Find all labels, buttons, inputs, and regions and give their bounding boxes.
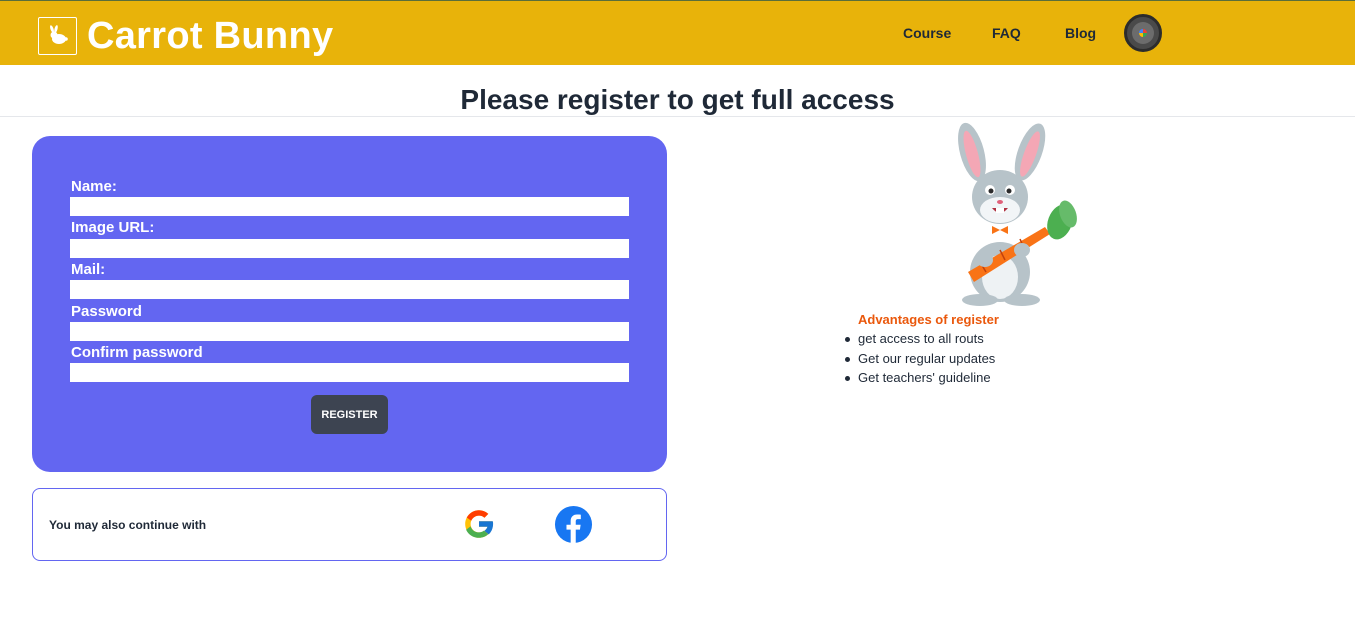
- nav-link-faq[interactable]: FAQ: [992, 25, 1021, 41]
- page-title: Please register to get full access: [460, 84, 895, 115]
- brand[interactable]: Carrot Bunny: [38, 14, 333, 58]
- user-avatar[interactable]: [1124, 14, 1162, 52]
- name-input[interactable]: [70, 197, 629, 216]
- register-form: Name: Image URL: Mail: Password Confirm …: [32, 136, 667, 472]
- register-button[interactable]: REGISTER: [311, 395, 388, 434]
- list-item: get access to all routs: [844, 331, 995, 351]
- rabbit-icon: [38, 17, 77, 55]
- facebook-icon[interactable]: [554, 505, 593, 544]
- image-url-input[interactable]: [70, 239, 629, 258]
- mail-input[interactable]: [70, 280, 629, 299]
- brand-name[interactable]: Carrot Bunny: [87, 14, 333, 58]
- nav-link-blog[interactable]: Blog: [1065, 25, 1096, 41]
- nav-link-course[interactable]: Course: [903, 25, 951, 41]
- password-input[interactable]: [70, 322, 629, 341]
- bunny-illustration: [950, 122, 1085, 307]
- confirm-password-input[interactable]: [70, 363, 629, 382]
- avatar-image: [1132, 22, 1154, 44]
- advantages-title: Advantages of register: [858, 312, 999, 327]
- password-label: Password: [71, 303, 142, 320]
- list-item: Get our regular updates: [844, 351, 995, 371]
- social-login-text: You may also continue with: [49, 518, 207, 532]
- navbar: Carrot Bunny Course FAQ Blog: [0, 1, 1355, 65]
- confirm-password-label: Confirm password: [71, 344, 203, 361]
- mail-label: Mail:: [71, 261, 106, 278]
- title-divider: [0, 116, 1355, 117]
- list-item: Get teachers' guideline: [844, 370, 995, 390]
- social-login-card: You may also continue with: [32, 488, 667, 561]
- advantages-list: get access to all routs Get our regular …: [844, 331, 995, 390]
- image-url-label: Image URL:: [71, 219, 155, 236]
- name-label: Name:: [71, 178, 117, 195]
- google-icon[interactable]: [461, 506, 497, 542]
